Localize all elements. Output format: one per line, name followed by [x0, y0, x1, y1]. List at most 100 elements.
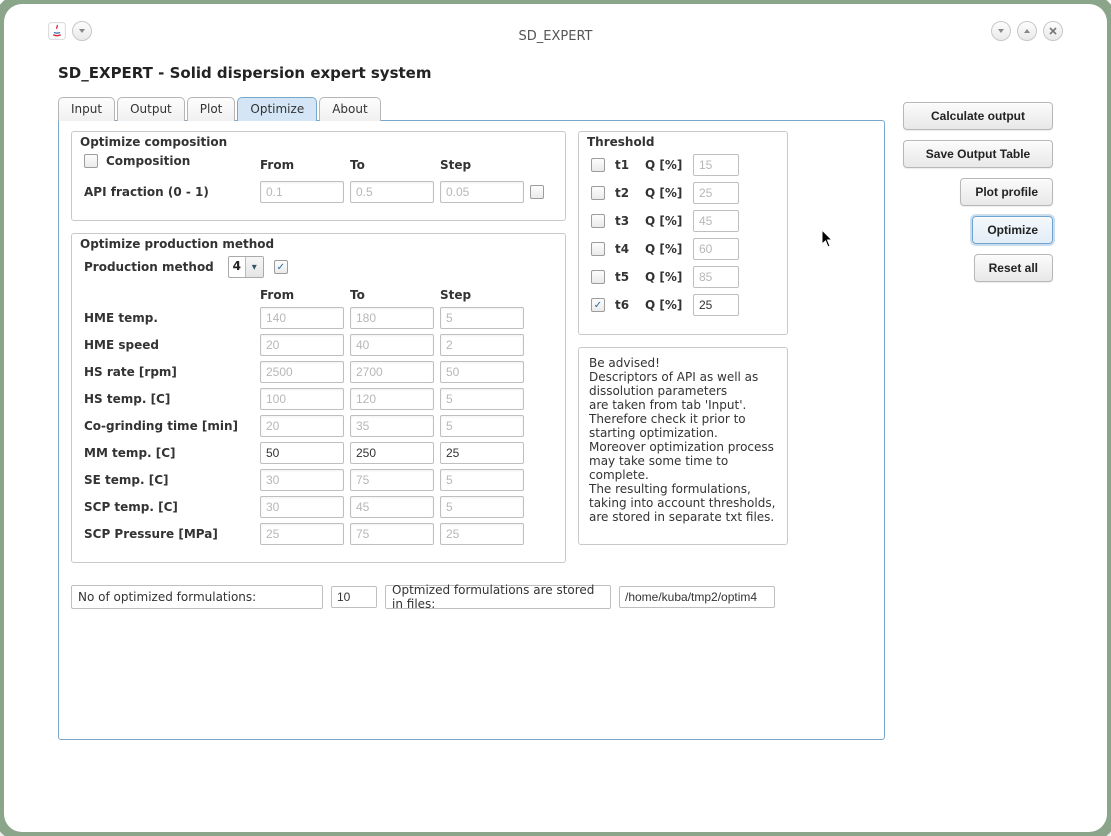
- minimize-button[interactable]: [991, 21, 1011, 41]
- param-step-input[interactable]: [440, 388, 524, 410]
- param-from-input[interactable]: [260, 334, 344, 356]
- titlebar-menu-button[interactable]: [72, 21, 92, 41]
- chevron-down-icon[interactable]: ▾: [245, 257, 263, 277]
- api-fraction-step[interactable]: [440, 181, 524, 203]
- param-step-input[interactable]: [440, 496, 524, 518]
- composition-checkbox[interactable]: [84, 154, 98, 168]
- window-title: SD_EXPERT: [519, 29, 593, 44]
- param-row: SCP Pressure [MPa]: [84, 523, 553, 545]
- threshold-t-label: t3: [615, 214, 639, 228]
- param-to-input[interactable]: [350, 307, 434, 329]
- param-from-input[interactable]: [260, 496, 344, 518]
- tab-plot[interactable]: Plot: [187, 97, 236, 121]
- param-row: HME temp.: [84, 307, 553, 329]
- header-from: From: [260, 158, 344, 172]
- param-from-input[interactable]: [260, 307, 344, 329]
- tab-output[interactable]: Output: [117, 97, 185, 121]
- param-to-input[interactable]: [350, 523, 434, 545]
- production-method-checkbox[interactable]: ✓: [274, 260, 288, 274]
- param-label: SCP temp. [C]: [84, 500, 254, 514]
- tabstrip: Input Output Plot Optimize About: [58, 96, 885, 120]
- param-row: HS rate [rpm]: [84, 361, 553, 383]
- threshold-q-input[interactable]: [693, 210, 739, 232]
- close-button[interactable]: [1043, 21, 1063, 41]
- param-label: MM temp. [C]: [84, 446, 254, 460]
- header-from: From: [260, 288, 344, 302]
- maximize-button[interactable]: [1017, 21, 1037, 41]
- production-method-spinner[interactable]: 4 ▾: [228, 256, 264, 278]
- threshold-t-label: t4: [615, 242, 639, 256]
- threshold-row: t1 Q [%]: [591, 154, 775, 176]
- threshold-t-label: t2: [615, 186, 639, 200]
- plot-profile-button[interactable]: Plot profile: [960, 178, 1053, 206]
- param-from-input[interactable]: [260, 361, 344, 383]
- threshold-t-label: t6: [615, 298, 639, 312]
- api-fraction-from[interactable]: [260, 181, 344, 203]
- group-threshold: Threshold t1 Q [%] t2 Q [%] t3Q [%] t4 Q [%] t5…: [578, 131, 788, 335]
- save-output-table-button[interactable]: Save Output Table: [903, 140, 1053, 168]
- group-legend: Optimize composition: [80, 135, 227, 149]
- threshold-q-input[interactable]: [693, 182, 739, 204]
- param-step-input[interactable]: [440, 334, 524, 356]
- threshold-q-label: Q [%]: [645, 158, 687, 172]
- threshold-row: t3Q [%]: [591, 210, 775, 232]
- param-to-input[interactable]: [350, 361, 434, 383]
- api-fraction-label: API fraction (0 - 1): [84, 185, 254, 199]
- tab-about[interactable]: About: [319, 97, 380, 121]
- path-label: Optmized formulations are stored in file…: [385, 585, 611, 609]
- threshold-row: t5Q [%]: [591, 266, 775, 288]
- param-to-input[interactable]: [350, 388, 434, 410]
- threshold-checkbox[interactable]: [591, 270, 605, 284]
- threshold-checkbox[interactable]: [591, 186, 605, 200]
- param-row: SCP temp. [C]: [84, 496, 553, 518]
- optimize-button[interactable]: Optimize: [972, 216, 1053, 244]
- param-from-input[interactable]: [260, 469, 344, 491]
- threshold-q-input[interactable]: [693, 266, 739, 288]
- param-from-input[interactable]: [260, 442, 344, 464]
- production-method-value: 4: [229, 257, 245, 277]
- param-label: HS rate [rpm]: [84, 365, 254, 379]
- param-to-input[interactable]: [350, 496, 434, 518]
- param-to-input[interactable]: [350, 442, 434, 464]
- threshold-checkbox[interactable]: [591, 158, 605, 172]
- param-step-input[interactable]: [440, 442, 524, 464]
- threshold-q-input[interactable]: [693, 154, 739, 176]
- threshold-q-label: Q [%]: [645, 298, 687, 312]
- param-from-input[interactable]: [260, 523, 344, 545]
- calculate-output-button[interactable]: Calculate output: [903, 102, 1053, 130]
- param-label: SCP Pressure [MPa]: [84, 527, 254, 541]
- api-fraction-trailing-checkbox[interactable]: [530, 185, 544, 199]
- param-to-input[interactable]: [350, 469, 434, 491]
- tab-optimize[interactable]: Optimize: [237, 97, 317, 121]
- param-step-input[interactable]: [440, 307, 524, 329]
- threshold-checkbox[interactable]: [591, 214, 605, 228]
- path-value[interactable]: [619, 586, 775, 608]
- api-fraction-to[interactable]: [350, 181, 434, 203]
- param-label: SE temp. [C]: [84, 473, 254, 487]
- group-legend: Optimize production method: [80, 237, 274, 251]
- param-label: HME temp.: [84, 311, 254, 325]
- reset-all-button[interactable]: Reset all: [974, 254, 1053, 282]
- tab-panel-optimize: Optimize composition Composition From To…: [58, 120, 885, 740]
- page-title: SD_EXPERT - Solid dispersion expert syst…: [58, 64, 1053, 82]
- param-from-input[interactable]: [260, 415, 344, 437]
- param-to-input[interactable]: [350, 415, 434, 437]
- param-step-input[interactable]: [440, 469, 524, 491]
- param-label: Co-grinding time [min]: [84, 419, 254, 433]
- param-to-input[interactable]: [350, 334, 434, 356]
- param-step-input[interactable]: [440, 361, 524, 383]
- count-value[interactable]: [331, 586, 377, 608]
- threshold-checkbox[interactable]: ✓: [591, 298, 605, 312]
- param-step-input[interactable]: [440, 523, 524, 545]
- threshold-q-label: Q [%]: [645, 186, 687, 200]
- tab-input[interactable]: Input: [58, 97, 115, 121]
- group-legend: Threshold: [587, 135, 654, 149]
- header-to: To: [350, 288, 434, 302]
- param-from-input[interactable]: [260, 388, 344, 410]
- threshold-checkbox[interactable]: [591, 242, 605, 256]
- threshold-row: ✓ t6 Q [%]: [591, 294, 775, 316]
- threshold-q-input[interactable]: [693, 294, 739, 316]
- param-step-input[interactable]: [440, 415, 524, 437]
- threshold-t-label: t1: [615, 158, 639, 172]
- threshold-q-input[interactable]: [693, 238, 739, 260]
